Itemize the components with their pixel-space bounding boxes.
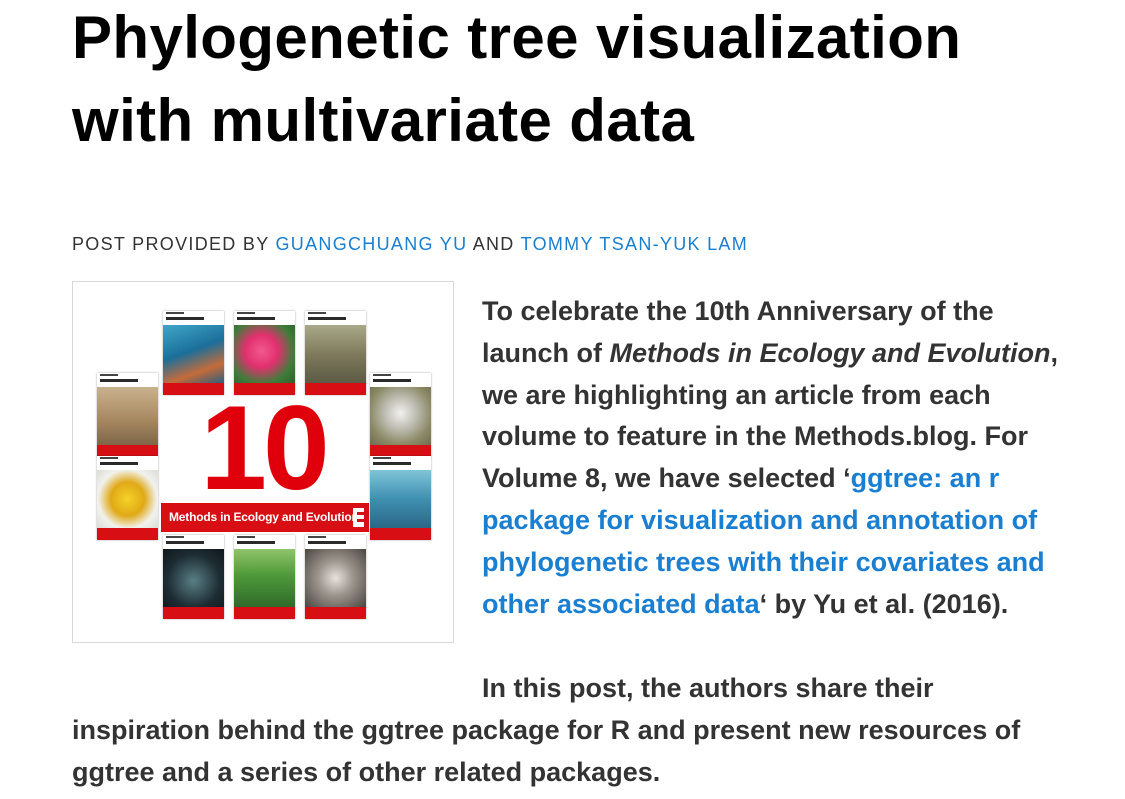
journal-cover-thumbnail xyxy=(305,535,366,619)
journal-banner: Methods in Ecology and Evolution xyxy=(161,503,369,532)
journal-cover-thumbnail xyxy=(163,535,224,619)
british-ecological-society-logo-icon xyxy=(353,508,364,527)
journal-banner-text: Methods in Ecology and Evolution xyxy=(169,510,359,524)
page-title: Phylogenetic tree visualization with mul… xyxy=(72,4,962,154)
author-link-tommy-lam[interactable]: TOMMY TSAN-YUK LAM xyxy=(521,234,748,254)
author-link-guangchuang-yu[interactable]: GUANGCHUANG YU xyxy=(276,234,468,254)
journal-name: Methods in Ecology and Evolution xyxy=(609,337,1051,368)
cover-collage: 10 Methods in Ecology and Evolution xyxy=(73,282,453,642)
second-paragraph: In this post, the authors share their in… xyxy=(72,673,1021,787)
byline-conjunction: AND xyxy=(472,234,515,254)
byline-prefix: POST PROVIDED BY xyxy=(72,234,270,254)
anniversary-covers-image: 10 Methods in Ecology and Evolution xyxy=(72,281,454,643)
intro-paragraph: To celebrate the 10th Anniversary of the… xyxy=(482,296,1059,619)
journal-cover-thumbnail xyxy=(234,535,295,619)
anniversary-number-graphic: 10 xyxy=(200,381,329,515)
byline: POST PROVIDED BY GUANGCHUANG YU AND TOMM… xyxy=(72,233,748,255)
